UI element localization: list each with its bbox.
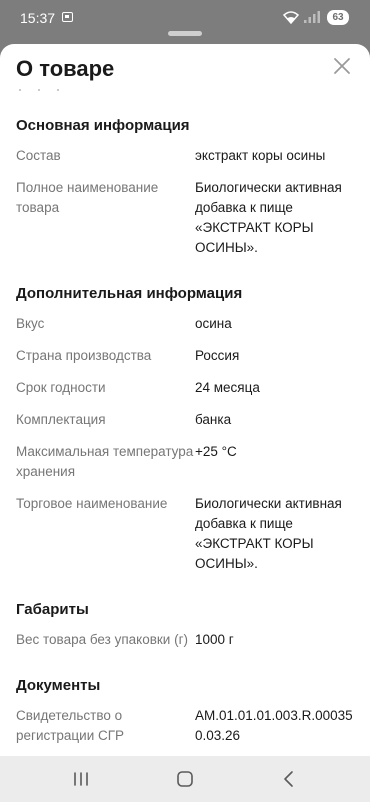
attribute-row: Срок годности 24 месяца [16,378,354,410]
home-button[interactable] [173,767,197,791]
signal-icon [304,11,320,23]
close-button[interactable] [330,54,354,78]
attribute-row: Вкус осина [16,314,354,346]
attribute-label: Полное наименование товара [16,180,159,215]
close-icon [334,58,350,74]
scroll-remnant [19,89,59,91]
section-additional-info: Дополнительная информация Вкус осина Стр… [0,270,370,586]
attribute-label: Вкус [16,316,45,331]
attribute-row: Торговое наименование Биологически актив… [16,494,354,586]
system-nav-bar [0,756,370,802]
attribute-value: +25 °С [195,444,237,459]
attribute-row: Страна производства Россия [16,346,354,378]
attribute-value: Биологически активная добавка к пище «ЭК… [195,496,342,571]
sheet-drag-handle[interactable] [168,31,202,36]
attribute-value: 24 месяца [195,380,260,395]
wifi-icon [283,11,299,24]
attribute-value: Биологически активная добавка к пище «ЭК… [195,180,342,255]
section-title: Документы [16,677,101,694]
section-documents: Документы Свидетельство о регистрации СГ… [0,662,370,756]
back-button[interactable] [277,767,301,791]
section-title: Основная информация [16,117,190,134]
section-title: Габариты [16,601,89,618]
attribute-label: Комплектация [16,412,106,427]
attribute-label: Страна производства [16,348,152,363]
attribute-value: банка [195,412,232,427]
attribute-row: Вес товара без упаковки (г) 1000 г [16,630,354,662]
section-title: Дополнительная информация [16,285,243,302]
attribute-label: Вес товара без упаковки (г) [16,632,188,647]
screenshot-icon [62,12,73,22]
back-icon [284,771,293,787]
attribute-value: Россия [195,348,240,363]
section-dimensions: Габариты Вес товара без упаковки (г) 100… [0,586,370,662]
section-main-info: Основная информация Состав экстракт коры… [0,102,370,270]
attribute-label: Состав [16,148,61,163]
attribute-row: Полное наименование товара Биологически … [16,178,354,270]
attribute-value: AM.01.01.01.003.R.000350.03.26 [195,708,353,743]
recents-icon [74,772,88,786]
home-icon [177,771,193,787]
product-info-sheet: О товаре Основная информация Состав экст… [0,44,370,756]
recents-button[interactable] [69,767,93,791]
attributes-list[interactable]: Основная информация Состав экстракт коры… [0,102,370,756]
attribute-value: 1000 г [195,632,234,647]
attribute-value: осина [195,316,232,331]
page-title: О товаре [16,56,115,81]
status-time: 15:37 [20,10,56,26]
attribute-row: Состав экстракт коры осины [16,146,354,178]
attribute-label: Торговое наименование [16,496,168,511]
attribute-label: Срок годности [16,380,106,395]
attribute-label: Свидетельство о регистрации СГР [16,708,125,743]
attribute-row: Свидетельство о регистрации СГР AM.01.01… [16,706,354,756]
attribute-label: Максимальная температура хранения [16,444,194,479]
attribute-value: экстракт коры осины [195,148,326,163]
attribute-row: Максимальная температура хранения +25 °С [16,442,354,494]
attribute-row: Комплектация банка [16,410,354,442]
battery-indicator: 63 [327,10,349,25]
